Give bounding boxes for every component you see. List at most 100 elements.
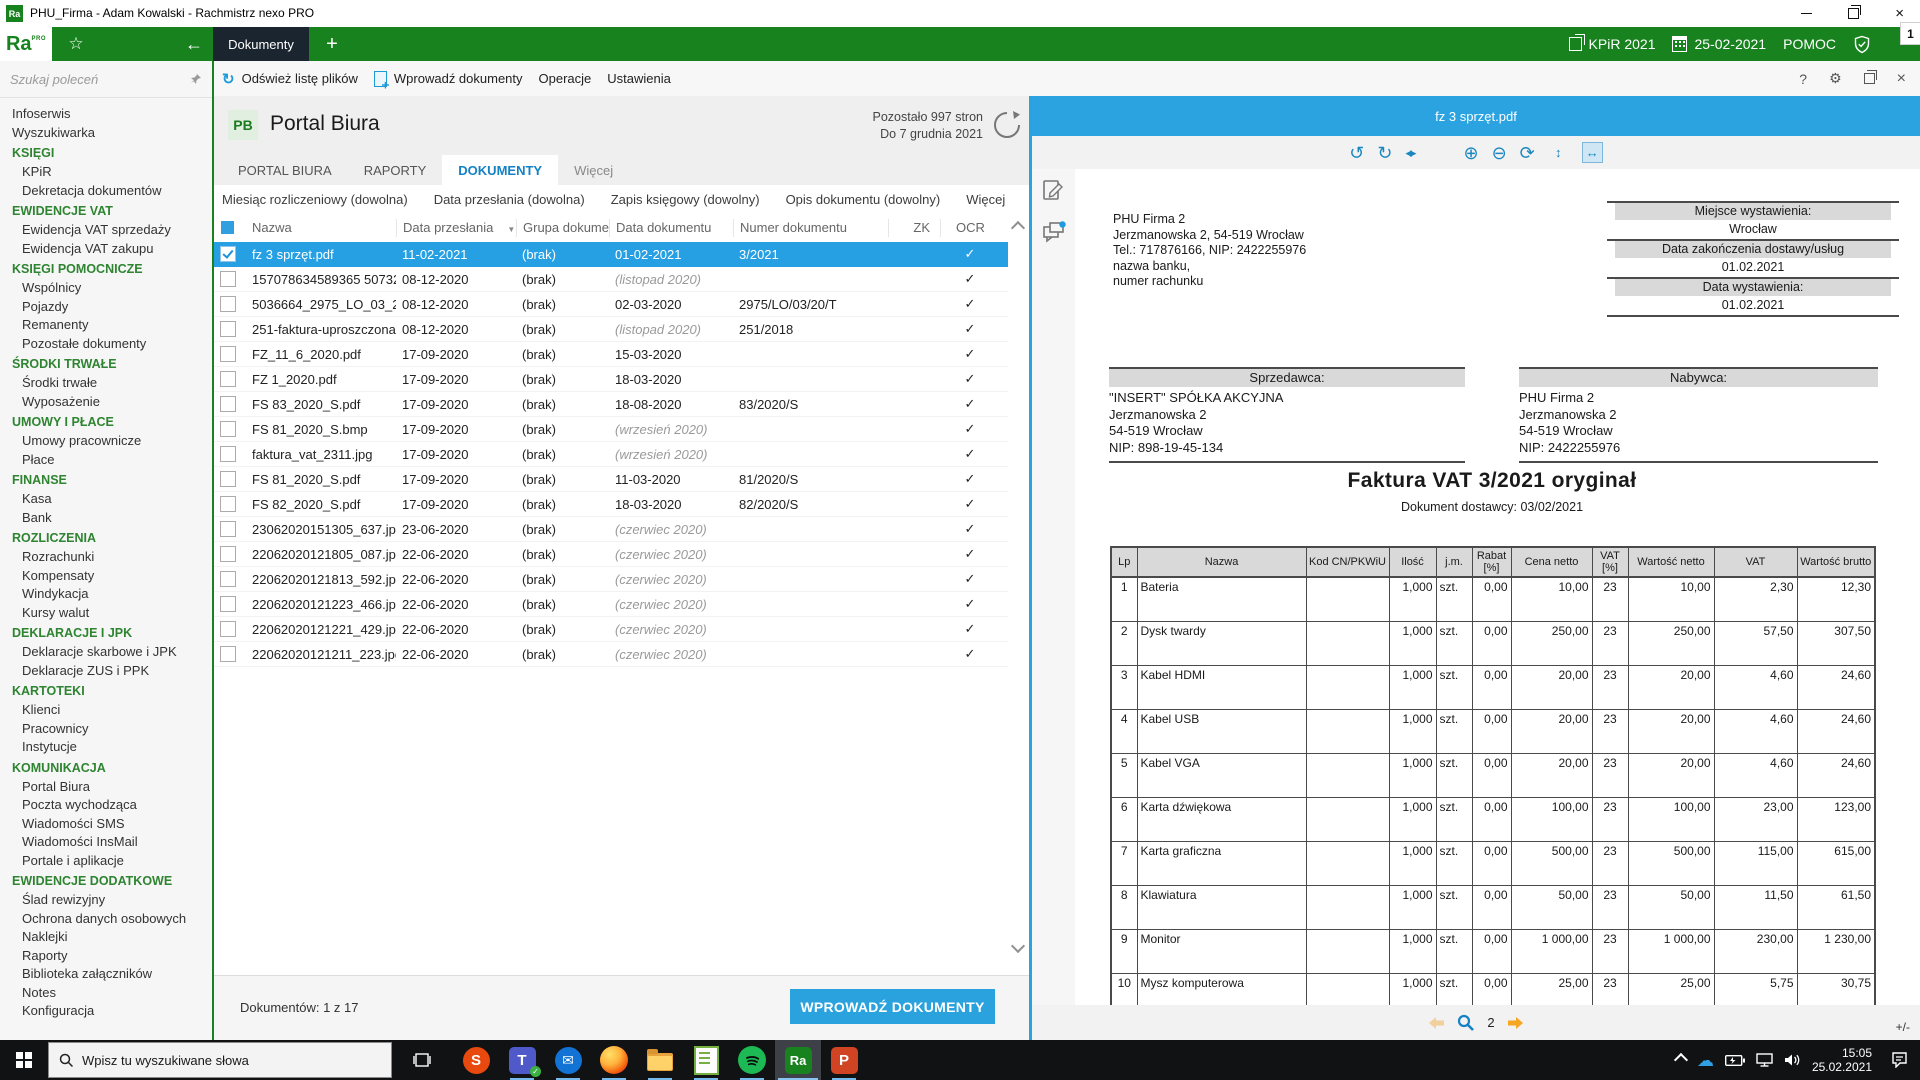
sidebar-item-pozostałe-dokumenty[interactable]: Pozostałe dokumenty [0,335,212,354]
edit-document-icon[interactable] [1042,179,1064,203]
volume-icon[interactable] [1784,1053,1801,1067]
s-app-icon[interactable]: S [453,1040,499,1080]
document-row[interactable]: fz 3 sprzęt.pdf11-02-2021(brak)01-02-202… [214,242,1008,267]
sidebar-item-deklaracje-zus-i-ppk[interactable]: Deklaracje ZUS i PPK [0,662,212,681]
sidebar-item-klienci[interactable]: Klienci [0,701,212,720]
column-header-grupa-dokumen[interactable]: Grupa dokumen... [516,219,609,237]
pin-icon[interactable] [190,73,202,85]
comments-icon[interactable] [1042,221,1066,243]
next-page-button[interactable] [1508,1017,1523,1029]
close-panel-icon[interactable]: × [1897,70,1906,88]
sidebar-item-wiadomości-insmail[interactable]: Wiadomości InsMail [0,833,212,852]
filter-opis-dokumentu-dowolny[interactable]: Opis dokumentu (dowolny) [786,192,941,207]
filter-więcej[interactable]: Więcej [966,192,1005,207]
network-icon[interactable] [1756,1053,1773,1067]
column-header-data-przesłania[interactable]: Data przesłania▼ [396,219,516,237]
row-checkbox[interactable] [220,346,236,362]
row-checkbox[interactable] [220,621,236,637]
restore-button[interactable] [1848,8,1859,19]
row-checkbox[interactable] [220,271,236,287]
sidebar-item-ewidencja-vat-zakupu[interactable]: Ewidencja VAT zakupu [0,240,212,259]
scroll-up-icon[interactable] [1011,221,1025,235]
close-button[interactable]: × [1895,6,1904,21]
minimize-button[interactable] [1801,13,1812,14]
sidebar-item-środki-trwałe[interactable]: Środki trwałe [0,374,212,393]
tab-portal-biura[interactable]: PORTAL BIURA [222,155,348,185]
row-checkbox[interactable] [220,471,236,487]
favorites-star-icon[interactable]: ☆ [58,27,94,61]
sidebar-item-rozrachunki[interactable]: Rozrachunki [0,548,212,567]
sidebar-item-deklaracje-skarbowe-i-jpk[interactable]: Deklaracje skarbowe i JPK [0,643,212,662]
column-header-ocr[interactable]: OCR [940,219,1000,237]
sidebar-item-dekretacja-dokumentów[interactable]: Dekretacja dokumentów [0,182,212,201]
sidebar-item-wiadomości-sms[interactable]: Wiadomości SMS [0,815,212,834]
row-checkbox[interactable] [220,421,236,437]
row-checkbox[interactable] [220,371,236,387]
work-date-selector[interactable]: 25-02-2021 [1672,36,1766,52]
gear-icon[interactable]: ⚙ [1829,70,1842,87]
row-checkbox[interactable] [220,596,236,612]
row-checkbox[interactable] [220,646,236,662]
fit-height-icon[interactable]: ↕ [1548,142,1569,163]
document-row[interactable]: 23062020151305_637.jpg23-06-2020(brak)(c… [214,517,1008,542]
sidebar-item-umowy-pracownicze[interactable]: Umowy pracownicze [0,432,212,451]
zoom-in-icon[interactable]: ⊕ [1463,144,1478,162]
command-wprowadź-dokumenty[interactable]: Wprowadź dokumenty [374,71,523,87]
row-checkbox[interactable] [220,521,236,537]
sidebar-item-kasa[interactable]: Kasa [0,490,212,509]
row-checkbox[interactable] [220,546,236,562]
taskbar-clock[interactable]: 15:05 25.02.2021 [1812,1046,1872,1074]
scroll-down-icon[interactable] [1011,939,1025,953]
help-menu[interactable]: POMOC [1783,36,1836,52]
task-view-icon[interactable] [405,1040,439,1080]
detach-panel-icon[interactable] [1864,73,1875,84]
row-checkbox[interactable] [220,496,236,512]
tab-więcej[interactable]: Więcej [558,155,629,185]
rotate-left-icon[interactable]: ↺ [1349,144,1364,162]
row-checkbox[interactable] [220,571,236,587]
tray-expand-icon[interactable] [1674,1053,1688,1067]
sidebar-item-raporty[interactable]: Raporty [0,947,212,966]
action-center-icon[interactable] [1891,1052,1908,1068]
sidebar-item-pracownicy[interactable]: Pracownicy [0,720,212,739]
sidebar-item-kursy-walut[interactable]: Kursy walut [0,604,212,623]
sidebar-item-kompensaty[interactable]: Kompensaty [0,567,212,586]
row-checkbox[interactable] [220,246,236,262]
tab-dokumenty[interactable]: DOKUMENTY [442,155,558,185]
notepad-icon[interactable] [683,1040,729,1080]
new-tab-button[interactable]: + [316,27,348,61]
sidebar-item-bank[interactable]: Bank [0,509,212,528]
zoom-out-icon[interactable]: ⊖ [1492,144,1507,162]
period-selector[interactable]: KPiR 2021 [1569,36,1656,52]
document-row[interactable]: 251-faktura-uproszczona.png08-12-2020(br… [214,317,1008,342]
filter-zapis-księgowy-dowolny[interactable]: Zapis księgowy (dowolny) [611,192,760,207]
taskbar-search[interactable]: Wpisz tu wyszukiwane słowa [48,1042,392,1078]
sidebar-item-ewidencja-vat-sprzedaży[interactable]: Ewidencja VAT sprzedaży [0,221,212,240]
wprowadz-dokumenty-button[interactable]: WPROWADŹ DOKUMENTY [790,989,995,1024]
rotate-right-icon[interactable]: ↻ [1377,144,1392,162]
column-header-numer-dokumentu[interactable]: Numer dokumentu [733,219,888,237]
document-row[interactable]: 5036664_2975_LO_03_20_T.p...08-12-2020(b… [214,292,1008,317]
sidebar-item-ochrona-danych-osobowych[interactable]: Ochrona danych osobowych [0,910,212,929]
page-zoom-icon[interactable] [1457,1014,1474,1031]
powerpoint-icon[interactable]: P [821,1040,867,1080]
row-checkbox[interactable] [220,446,236,462]
sidebar-item-portal-biura[interactable]: Portal Biura [0,778,212,797]
sidebar-item-biblioteka-załączników[interactable]: Biblioteka załączników [0,965,212,984]
document-row[interactable]: 157078634589365 50732368...08-12-2020(br… [214,267,1008,292]
sidebar-item-instytucje[interactable]: Instytucje [0,738,212,757]
column-header-data-dokumentu[interactable]: Data dokumentu [609,219,733,237]
file-explorer-icon[interactable] [637,1040,683,1080]
document-row[interactable]: FS 81_2020_S.bmp17-09-2020(brak)(wrzesie… [214,417,1008,442]
mail-icon[interactable]: ✉ [545,1040,591,1080]
spotify-icon[interactable] [729,1040,775,1080]
sidebar-item-notes[interactable]: Notes [0,984,212,1003]
sidebar-item-remanenty[interactable]: Remanenty [0,316,212,335]
help-icon[interactable]: ? [1799,71,1807,87]
tab-raporty[interactable]: RAPORTY [348,155,443,185]
document-row[interactable]: FS 83_2020_S.pdf17-09-2020(brak)18-08-20… [214,392,1008,417]
sidebar-item-wyposażenie[interactable]: Wyposażenie [0,393,212,412]
command-ustawienia[interactable]: Ustawienia [607,71,671,86]
document-row[interactable]: FZ_11_6_2020.pdf17-09-2020(brak)15-03-20… [214,342,1008,367]
tab-dokumenty[interactable]: Dokumenty [213,27,309,61]
